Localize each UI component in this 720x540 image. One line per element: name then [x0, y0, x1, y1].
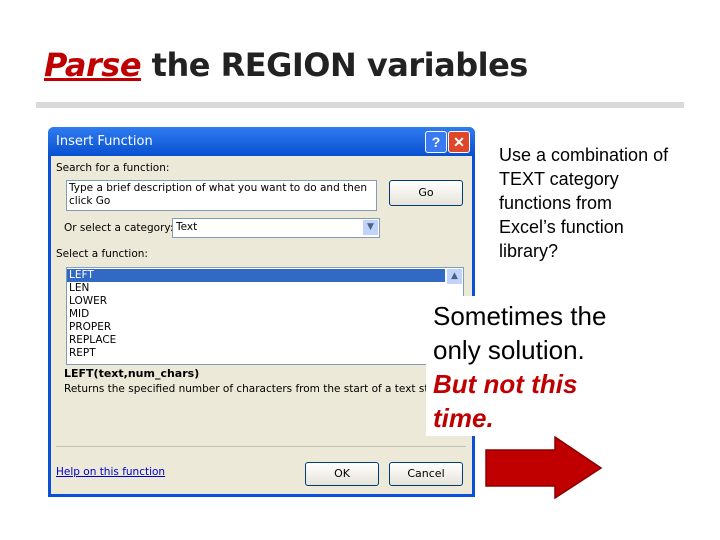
category-value: Text — [176, 221, 198, 233]
list-item[interactable]: LOWER — [67, 295, 445, 308]
note-line: only solution. — [433, 335, 585, 365]
list-item[interactable]: LEN — [67, 282, 445, 295]
right-arrow-icon — [485, 436, 603, 500]
title-divider — [36, 102, 684, 108]
slide-title: Parse the REGION variables — [44, 46, 528, 84]
side-text: Use a combination of TEXT category funct… — [499, 143, 668, 263]
side-line: Excel’s function — [499, 217, 624, 237]
ok-button[interactable]: OK — [305, 462, 379, 486]
search-input[interactable]: Type a brief description of what you wan… — [66, 180, 377, 211]
dialog-title: Insert Function — [56, 134, 153, 149]
scroll-up-icon[interactable]: ▲ — [447, 269, 462, 284]
close-icon[interactable]: ✕ — [448, 131, 470, 153]
help-icon[interactable]: ? — [425, 131, 447, 153]
function-signature: LEFT(text,num_chars) — [64, 367, 200, 380]
separator — [56, 446, 466, 447]
list-item[interactable]: REPT — [67, 347, 445, 360]
chevron-down-icon[interactable]: ▼ — [363, 220, 378, 235]
side-line: Use a combination of — [499, 145, 669, 165]
function-list[interactable]: LEFT LEN LOWER MID PROPER REPLACE REPT ▲ — [66, 267, 464, 365]
note-text: Sometimes the only solution. But not thi… — [433, 299, 606, 435]
side-line: library? — [499, 241, 559, 261]
dialog-title-bar: Insert Function ? ✕ — [48, 127, 475, 156]
title-keyword: Parse — [44, 46, 142, 84]
list-item[interactable]: MID — [67, 308, 445, 321]
title-rest: the REGION variables — [141, 46, 529, 84]
note-emphasis: time. — [433, 403, 494, 433]
category-label: Or select a category: — [64, 222, 174, 234]
function-label: Select a function: — [56, 248, 148, 260]
category-select[interactable]: Text ▼ — [172, 218, 380, 238]
search-label: Search for a function: — [56, 162, 170, 174]
side-line: functions from — [499, 193, 613, 213]
list-item[interactable]: LEFT — [67, 269, 445, 282]
list-item[interactable]: PROPER — [67, 321, 445, 334]
note-emphasis: But not this — [433, 369, 578, 399]
insert-function-dialog: Insert Function ? ✕ Search for a functio… — [48, 127, 475, 497]
cancel-button[interactable]: Cancel — [389, 462, 463, 486]
note-line: Sometimes the — [433, 301, 607, 331]
function-description: Returns the specified number of characte… — [64, 383, 453, 395]
go-button[interactable]: Go — [389, 180, 463, 206]
help-link[interactable]: Help on this function — [56, 466, 165, 478]
list-item[interactable]: REPLACE — [67, 334, 445, 347]
side-line: TEXT category — [499, 169, 619, 189]
